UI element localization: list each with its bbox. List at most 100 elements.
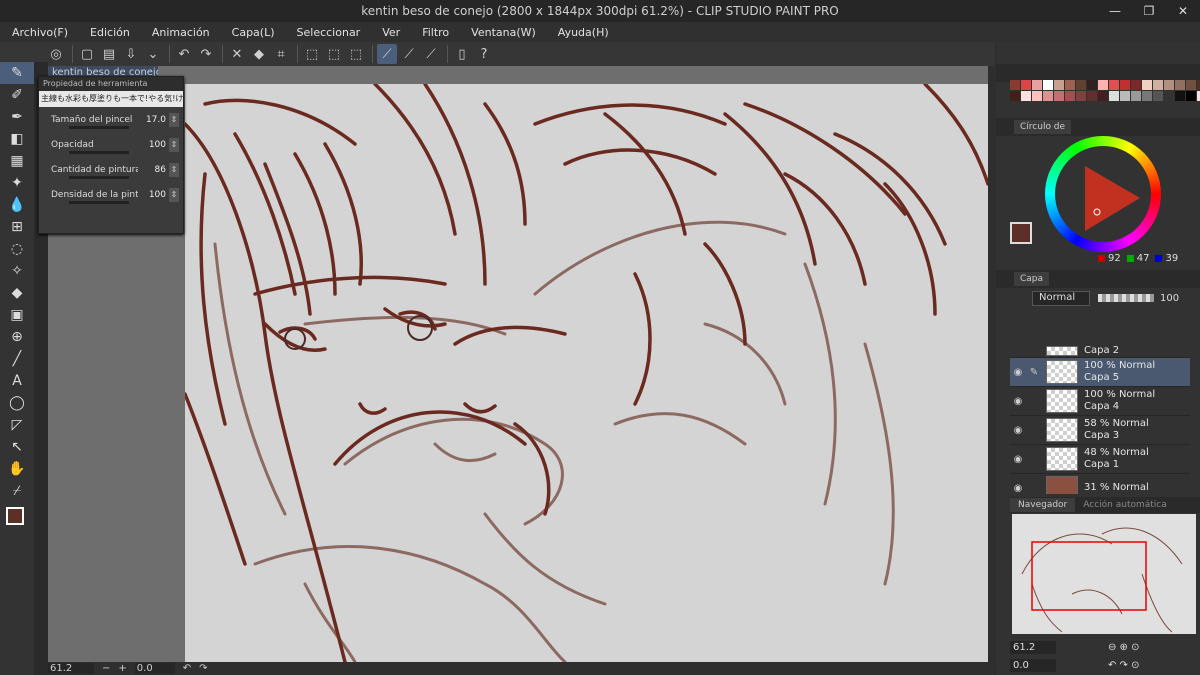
auto-action-tab[interactable]: Acción automática [1075, 498, 1175, 512]
layer-row[interactable]: ◉ 58 % Normal Capa 3 [1010, 416, 1190, 445]
menu-layer[interactable]: Capa(L) [220, 26, 285, 39]
menu-edit[interactable]: Edición [78, 26, 140, 39]
brush-tool-icon[interactable]: ✒ [0, 106, 34, 128]
layer-row-selected[interactable]: ◉ ✎ 100 % Normal Capa 5 [1010, 358, 1190, 387]
visibility-icon[interactable]: ◉ [1010, 396, 1026, 407]
correct-line-tool-icon[interactable]: ↖ [0, 436, 34, 458]
color-swatch[interactable] [1043, 80, 1053, 90]
gradient-tool-icon[interactable]: ▣ [0, 304, 34, 326]
clip-studio-icon[interactable]: ◎ [46, 44, 66, 64]
operation-tool-icon[interactable]: ⊞ [0, 216, 34, 238]
blend-mode-select[interactable]: Normal [1032, 290, 1090, 306]
zoom-value[interactable]: 61.2 [48, 663, 94, 674]
menu-window[interactable]: Ventana(W) [459, 26, 546, 39]
color-wheel[interactable] [1045, 136, 1161, 252]
menu-help[interactable]: Ayuda(H) [546, 26, 619, 39]
menu-filter[interactable]: Filtro [410, 26, 459, 39]
brush-preset-name[interactable]: 主線も水彩も厚塗りも一本で!やる気!けものブ [39, 91, 183, 107]
color-swatch[interactable] [1010, 80, 1020, 90]
zoom-out-icon[interactable]: − [102, 663, 110, 674]
visibility-icon[interactable]: ◉ [1010, 454, 1026, 465]
color-swatch[interactable] [1010, 91, 1020, 101]
main-color-swatch[interactable] [0, 502, 34, 530]
layer-row[interactable]: Capa 2 [1010, 344, 1190, 358]
menu-file[interactable]: Archivo(F) [0, 26, 78, 39]
color-swatch[interactable] [1153, 80, 1163, 90]
color-swatch[interactable] [1054, 80, 1064, 90]
menu-animation[interactable]: Animación [140, 26, 220, 39]
redo-icon[interactable]: ↷ [196, 44, 216, 64]
color-swatch[interactable] [1043, 91, 1053, 101]
paint-amount-value[interactable]: 86 [138, 165, 166, 175]
paint-amount-row[interactable]: Cantidad de pintura 86 ⇕ [39, 157, 183, 182]
magic-wand-icon[interactable]: ✧ [0, 260, 34, 282]
canvas-vertical-scrollbar[interactable] [988, 66, 996, 662]
color-set-swatches[interactable] [1010, 80, 1200, 102]
minimize-button[interactable]: — [1098, 0, 1132, 22]
special-ruler-snap-icon[interactable]: ⟋ [399, 44, 419, 64]
fill-icon[interactable]: ◆ [249, 44, 269, 64]
hand-tool-icon[interactable]: ✋ [0, 458, 34, 480]
color-swatch[interactable] [1120, 91, 1130, 101]
color-wheel-tab[interactable]: Círculo de [1014, 120, 1072, 134]
layer-row[interactable]: ◉ 48 % Normal Capa 1 [1010, 445, 1190, 474]
open-file-icon[interactable]: ▤ [99, 44, 119, 64]
brush-size-value[interactable]: 17.0 [138, 115, 166, 125]
color-swatch[interactable] [1054, 91, 1064, 101]
layer-row[interactable]: ◉ 31 % Normal [1010, 474, 1190, 494]
close-button[interactable]: ✕ [1166, 0, 1200, 22]
brush-size-row[interactable]: Tamaño del pincel 17.0 ⇕ [39, 107, 183, 132]
color-swatch[interactable] [1120, 80, 1130, 90]
color-swatch[interactable] [1087, 91, 1097, 101]
color-swatch[interactable] [1153, 91, 1163, 101]
paint-density-row[interactable]: Densidad de la pintura 100 ⇕ [39, 182, 183, 207]
layer-opacity-slider[interactable] [1098, 294, 1154, 302]
menu-select[interactable]: Seleccionar [285, 26, 371, 39]
transform-icon[interactable]: ⌗ [271, 44, 291, 64]
layer-opacity-value[interactable]: 100 [1160, 293, 1179, 304]
color-swatch[interactable] [1164, 91, 1174, 101]
color-swatch[interactable] [1032, 80, 1042, 90]
current-color-swatch[interactable] [1010, 222, 1032, 244]
rotate-right-icon[interactable]: ↷ [199, 663, 207, 674]
ruler-snap-icon[interactable]: ⟋ [377, 44, 397, 64]
maximize-button[interactable]: ❐ [1132, 0, 1166, 22]
grid-snap-icon[interactable]: ⟋ [421, 44, 441, 64]
color-swatch[interactable] [1131, 91, 1141, 101]
color-swatch[interactable] [1021, 80, 1031, 90]
new-file-icon[interactable]: ▢ [77, 44, 97, 64]
color-swatch[interactable] [1164, 80, 1174, 90]
navigator-zoom-out-icon[interactable]: ⊖ ⊕ ⊙ [1108, 642, 1140, 653]
opacity-value[interactable]: 100 [138, 140, 166, 150]
visibility-icon[interactable]: ◉ [1010, 367, 1026, 378]
invert-selection-icon[interactable]: ⬚ [324, 44, 344, 64]
clear-icon[interactable]: ✕ [227, 44, 247, 64]
tablet-icon[interactable]: ▯ [452, 44, 472, 64]
paint-density-value[interactable]: 100 [138, 190, 166, 200]
color-swatch[interactable] [1175, 80, 1185, 90]
color-swatch[interactable] [1131, 80, 1141, 90]
color-swatch[interactable] [1186, 80, 1196, 90]
layer-tab[interactable]: Capa [1014, 272, 1050, 286]
color-swatch[interactable] [1032, 91, 1042, 101]
saturation-triangle[interactable] [1045, 136, 1161, 252]
deselect-icon[interactable]: ⬚ [302, 44, 322, 64]
zoom-in-icon[interactable]: + [118, 663, 126, 674]
eraser-tool-icon[interactable]: ◧ [0, 128, 34, 150]
line-tool-icon[interactable]: ╱ [0, 348, 34, 370]
selection-border-icon[interactable]: ⬚ [346, 44, 366, 64]
ruler-tool-icon[interactable]: ◸ [0, 414, 34, 436]
navigator-zoom-value[interactable]: 61.2 [1010, 640, 1056, 654]
color-swatch[interactable] [1098, 80, 1108, 90]
lasso-tool-icon[interactable]: ◌ [0, 238, 34, 260]
text-tool-icon[interactable]: A [0, 370, 34, 392]
angle-value[interactable]: 0.0 [134, 663, 175, 674]
navigator-tab[interactable]: Navegador [1010, 498, 1076, 512]
undo-icon[interactable]: ↶ [174, 44, 194, 64]
paint-amount-spinner-icon[interactable]: ⇕ [169, 162, 179, 177]
navigator-rotate-icon[interactable]: ↶ ↷ ⊙ [1108, 660, 1140, 671]
color-swatch[interactable] [1065, 80, 1075, 90]
color-swatch[interactable] [1186, 91, 1196, 101]
save-icon[interactable]: ⇩ [121, 44, 141, 64]
eyedropper-tool-icon[interactable]: ⌿ [0, 480, 34, 502]
